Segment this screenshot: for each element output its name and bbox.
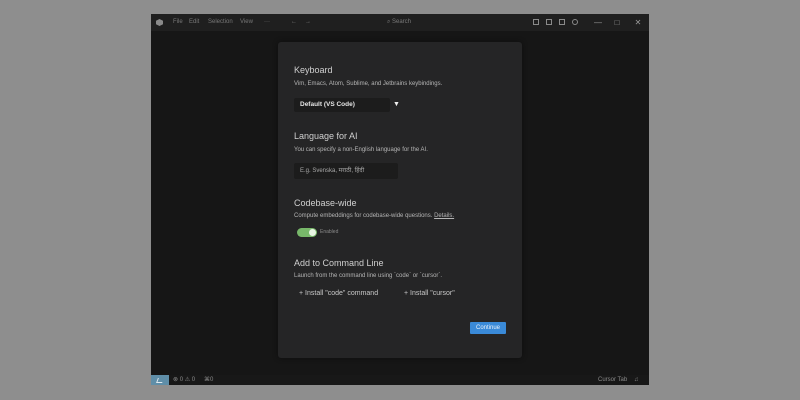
- app-logo-icon: [156, 19, 163, 26]
- keybinding-selected-value: Default (VS Code): [300, 101, 355, 108]
- maximize-button[interactable]: □: [607, 14, 627, 31]
- menu-view[interactable]: View: [240, 14, 253, 31]
- ports-status[interactable]: ⌘0: [204, 375, 213, 385]
- title-bar: File Edit Selection View ··· ← → ⌕ Searc…: [151, 14, 649, 31]
- toggle-knob: [309, 229, 316, 236]
- cursor-tab-status[interactable]: Cursor Tab: [598, 375, 627, 385]
- codebase-toggle[interactable]: [297, 228, 317, 237]
- warning-count: 0: [191, 377, 196, 383]
- toggle-primary-sidebar-icon[interactable]: [533, 19, 539, 25]
- cli-title: Add to Command Line: [294, 258, 384, 268]
- dropdown-arrow-icon: ▼: [393, 101, 400, 108]
- language-input[interactable]: [294, 163, 398, 179]
- keyboard-title: Keyboard: [294, 65, 333, 75]
- cli-description: Launch from the command line using `code…: [294, 273, 443, 279]
- menu-edit[interactable]: Edit: [189, 14, 199, 31]
- more-menu-icon[interactable]: ···: [264, 14, 270, 31]
- settings-gear-icon[interactable]: [572, 19, 578, 25]
- search-placeholder: Search: [392, 19, 412, 25]
- keyboard-description: Vim, Emacs, Atom, Sublime, and Jetbrains…: [294, 81, 443, 87]
- close-button[interactable]: ✕: [628, 14, 648, 31]
- install-cursor-command-button[interactable]: + Install "cursor": [404, 289, 455, 299]
- details-link[interactable]: Details.: [434, 213, 454, 219]
- notifications-bell-icon[interactable]: ♫: [634, 375, 639, 385]
- back-arrow-icon[interactable]: ←: [291, 14, 297, 31]
- warning-icon: ⚠: [184, 377, 192, 383]
- problems-status[interactable]: ⊗ 0 ⚠ 0: [173, 375, 195, 385]
- toggle-secondary-sidebar-icon[interactable]: [559, 19, 565, 25]
- toggle-panel-icon[interactable]: [546, 19, 552, 25]
- install-code-command-button[interactable]: + Install "code" command: [299, 289, 378, 299]
- language-description: You can specify a non-English language f…: [294, 147, 428, 153]
- minimize-button[interactable]: —: [588, 14, 608, 31]
- error-count: 0: [179, 377, 184, 383]
- remote-indicator-icon[interactable]: [151, 375, 169, 385]
- keybinding-select[interactable]: Default (VS Code) ▼: [294, 98, 400, 112]
- error-icon: ⊗: [173, 377, 180, 383]
- menu-selection[interactable]: Selection: [208, 14, 233, 31]
- command-search[interactable]: ⌕ Search: [364, 17, 434, 28]
- continue-button[interactable]: Continue: [470, 322, 506, 334]
- codebase-toggle-label: Enabled: [320, 229, 339, 235]
- ports-count: 0: [210, 377, 214, 383]
- onboarding-modal: Keyboard Vim, Emacs, Atom, Sublime, and …: [278, 42, 522, 358]
- codebase-description-row: Compute embeddings for codebase-wide que…: [294, 213, 454, 219]
- language-title: Language for AI: [294, 131, 358, 141]
- codebase-description: Compute embeddings for codebase-wide que…: [294, 213, 433, 219]
- status-bar: ⊗ 0 ⚠ 0 ⌘0 Cursor Tab ♫: [151, 375, 649, 385]
- codebase-title: Codebase-wide: [294, 198, 357, 208]
- menu-file[interactable]: File: [173, 14, 183, 31]
- forward-arrow-icon[interactable]: →: [305, 14, 311, 31]
